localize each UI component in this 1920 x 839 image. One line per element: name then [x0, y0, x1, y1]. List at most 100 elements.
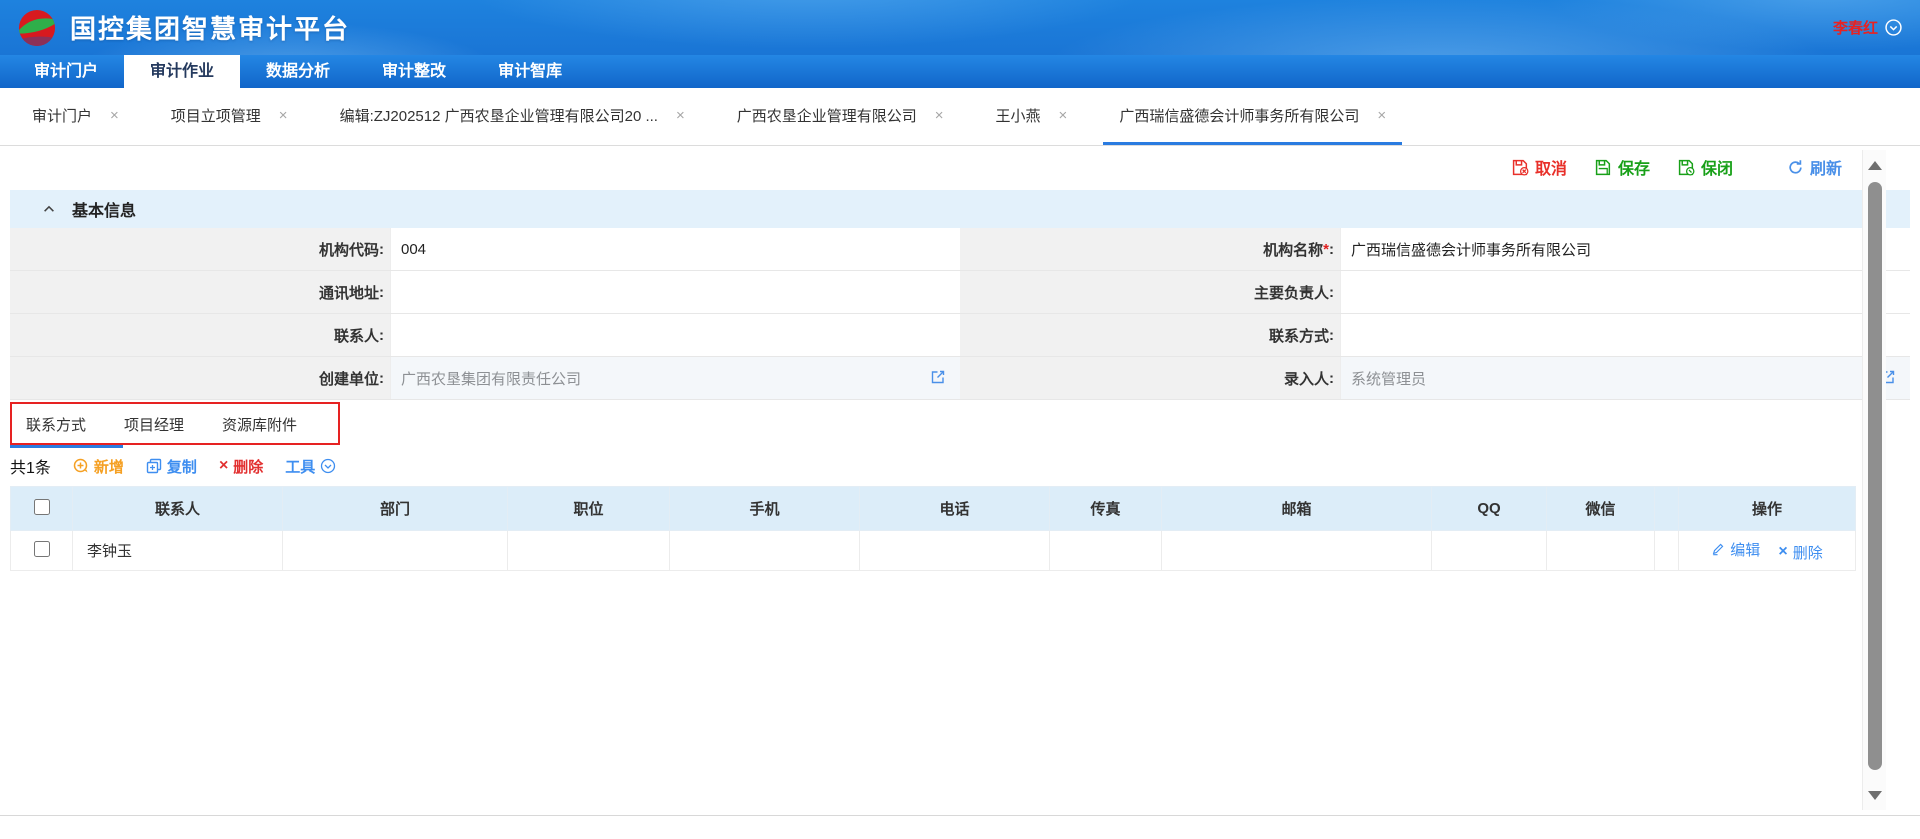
cell-dept — [283, 531, 508, 571]
save-close-label: 保闭 — [1701, 155, 1733, 179]
cell-spacer — [1655, 531, 1679, 571]
scrollbar-up-button[interactable] — [1863, 152, 1887, 178]
document-tab-bar: 审计门户 × 项目立项管理 × 编辑:ZJ202512 广西农垦企业管理有限公司… — [0, 88, 1920, 146]
field-label-text: 创建单位 — [319, 368, 379, 389]
col-actions: 操作 — [1679, 487, 1856, 531]
doc-tab-label: 编辑:ZJ202512 广西农垦企业管理有限公司20 ... — [340, 105, 658, 126]
table-header-row: 联系人 部门 职位 手机 电话 传真 邮箱 QQ 微信 操作 — [11, 487, 1856, 531]
copy-icon — [146, 458, 162, 474]
nav-item-audit-work[interactable]: 审计作业 — [124, 55, 240, 88]
field-value — [390, 314, 960, 356]
row-delete-button[interactable]: × 删除 — [1778, 542, 1822, 563]
org-name-input[interactable] — [1351, 241, 1882, 258]
field-label: 通讯地址: — [10, 271, 390, 313]
field-label-text: 联系方式 — [1269, 325, 1329, 346]
cancel-floppy-icon — [1512, 159, 1529, 176]
basic-info-section-header[interactable]: 基本信息 — [10, 190, 1910, 228]
subtab-contact-info[interactable]: 联系方式 — [26, 414, 86, 435]
list-toolbar: 共1条 新增 复制 × 删除 工具 — [10, 450, 1910, 482]
col-wechat: 微信 — [1547, 487, 1655, 531]
form-field-org-name: 机构名称*: — [960, 228, 1910, 271]
doc-tab-wangxiaoyan[interactable]: 王小燕 × — [980, 88, 1084, 145]
select-all-checkbox[interactable] — [34, 499, 50, 515]
nav-item-audit-portal[interactable]: 审计门户 — [8, 55, 124, 88]
col-contact: 联系人 — [73, 487, 283, 531]
scrollbar-up-icon — [1868, 161, 1882, 170]
close-icon[interactable]: × — [110, 107, 119, 124]
page-title: 国控集团智慧审计平台 — [70, 9, 350, 46]
field-colon: : — [379, 370, 384, 387]
add-circle-plus-icon — [73, 458, 89, 474]
row-delete-label: 删除 — [1793, 542, 1823, 563]
add-button[interactable]: 新增 — [73, 456, 124, 477]
close-icon[interactable]: × — [279, 107, 288, 124]
doc-tab-label: 项目立项管理 — [171, 105, 261, 126]
doc-tab-company[interactable]: 广西农垦企业管理有限公司 × — [721, 88, 960, 145]
cell-contact: 李钟玉 — [73, 531, 283, 571]
app-header: 国控集团智慧审计平台 李春红 — [0, 0, 1920, 55]
collapse-chevron-up-icon — [42, 202, 56, 216]
cell-phone — [860, 531, 1050, 571]
scrollbar-down-button[interactable] — [1863, 782, 1887, 808]
contact-person-input[interactable] — [401, 327, 932, 344]
contact-way-input[interactable] — [1351, 327, 1882, 344]
doc-tab-label: 广西农垦企业管理有限公司 — [737, 105, 917, 126]
row-checkbox[interactable] — [34, 541, 50, 557]
form-field-address: 通讯地址: — [10, 271, 960, 314]
field-label-text: 录入人 — [1284, 368, 1329, 389]
contacts-table: 联系人 部门 职位 手机 电话 传真 邮箱 QQ 微信 操作 李钟玉 — [10, 486, 1856, 571]
col-phone: 电话 — [860, 487, 1050, 531]
entry-person-value: 系统管理员 — [1351, 368, 1426, 389]
cancel-button[interactable]: 取消 — [1512, 155, 1567, 179]
col-dept: 部门 — [283, 487, 508, 531]
row-edit-label: 编辑 — [1730, 539, 1760, 560]
user-chevron-down-icon[interactable] — [1885, 19, 1902, 36]
col-spacer — [1655, 487, 1679, 531]
user-menu[interactable]: 李春红 — [1833, 17, 1902, 38]
doc-tab-edit-zj202512[interactable]: 编辑:ZJ202512 广西农垦企业管理有限公司20 ... × — [324, 88, 701, 145]
row-edit-button[interactable]: 编辑 — [1711, 539, 1760, 560]
doc-tab-ruixin-firm[interactable]: 广西瑞信盛德会计师事务所有限公司 × — [1103, 88, 1402, 145]
field-colon: : — [379, 284, 384, 301]
doc-tab-project-approval[interactable]: 项目立项管理 × — [155, 88, 304, 145]
field-label-text: 机构名称 — [1263, 239, 1323, 260]
delete-button[interactable]: × 删除 — [219, 456, 263, 477]
field-value — [1340, 314, 1910, 356]
vertical-scrollbar[interactable] — [1862, 150, 1886, 810]
tools-button[interactable]: 工具 — [285, 456, 336, 477]
app-window: 国控集团智慧审计平台 李春红 审计门户 审计作业 数据分析 审计整改 审计智库 … — [0, 0, 1920, 839]
cell-qq — [1432, 531, 1547, 571]
save-close-button[interactable]: 保闭 — [1678, 155, 1733, 179]
refresh-label: 刷新 — [1810, 155, 1842, 179]
logo-icon — [18, 9, 56, 47]
field-colon: : — [379, 241, 384, 258]
doc-tab-label: 王小燕 — [996, 105, 1041, 126]
delete-label: 删除 — [233, 456, 263, 477]
close-icon[interactable]: × — [676, 107, 685, 124]
doc-tab-audit-portal[interactable]: 审计门户 × — [16, 88, 135, 145]
close-icon[interactable]: × — [1377, 107, 1386, 124]
nav-item-data-analysis[interactable]: 数据分析 — [240, 55, 356, 88]
scrollbar-down-icon — [1868, 791, 1882, 800]
close-icon[interactable]: × — [935, 107, 944, 124]
subtab-project-manager[interactable]: 项目经理 — [124, 414, 184, 435]
record-count: 共1条 — [10, 454, 51, 478]
scrollbar-thumb[interactable] — [1868, 182, 1882, 770]
nav-item-audit-rectify[interactable]: 审计整改 — [356, 55, 472, 88]
main-nav: 审计门户 审计作业 数据分析 审计整改 审计智库 — [0, 55, 1920, 88]
popup-edit-icon[interactable] — [930, 369, 946, 385]
save-button[interactable]: 保存 — [1595, 155, 1650, 179]
close-icon[interactable]: × — [1059, 107, 1068, 124]
nav-item-audit-knowledge[interactable]: 审计智库 — [472, 55, 588, 88]
refresh-button[interactable]: 刷新 — [1787, 155, 1842, 179]
cell-email — [1162, 531, 1432, 571]
principal-input[interactable] — [1351, 284, 1882, 301]
address-input[interactable] — [401, 284, 932, 301]
doc-tab-label: 广西瑞信盛德会计师事务所有限公司 — [1119, 105, 1359, 126]
subtab-resource-attachments[interactable]: 资源库附件 — [222, 414, 297, 435]
doc-tab-label: 审计门户 — [32, 105, 92, 126]
form-field-contact-person: 联系人: — [10, 314, 960, 357]
form-field-principal: 主要负责人: — [960, 271, 1910, 314]
copy-button[interactable]: 复制 — [146, 456, 197, 477]
org-code-input[interactable] — [401, 241, 932, 258]
